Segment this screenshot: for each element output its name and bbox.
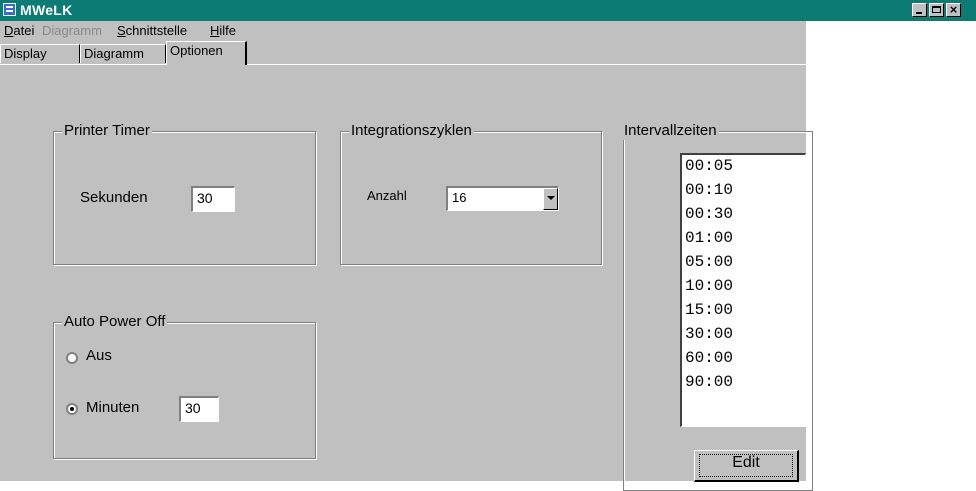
window-title: MWeLK: [20, 2, 73, 18]
list-item[interactable]: 01:00: [682, 227, 805, 251]
minimize-button[interactable]: [912, 3, 927, 17]
menu-datei-label: atei: [13, 23, 35, 38]
menu-hilfe-label: ilfe: [219, 23, 237, 38]
menu-schnittstelle-accel: S: [117, 23, 126, 38]
tab-diagramm[interactable]: Diagramm: [80, 44, 166, 63]
minimize-icon: [916, 12, 922, 14]
count-select-value: 16: [452, 190, 467, 205]
menu-diagramm-label: Diagramm: [42, 23, 102, 38]
printer-timer-group: Printer Timer Sekunden 30: [53, 122, 316, 265]
list-item[interactable]: 15:00: [682, 299, 805, 323]
menu-schnittstelle-label: chnittstelle: [125, 23, 188, 38]
maximize-button[interactable]: [929, 3, 944, 17]
maximize-icon: [932, 6, 941, 13]
seconds-input[interactable]: 30: [191, 186, 235, 212]
radio-minuten-label: Minuten: [86, 399, 140, 416]
radio-minuten[interactable]: [66, 403, 78, 415]
seconds-label: Sekunden: [80, 189, 148, 206]
edit-button-label: Edit: [732, 454, 760, 471]
interval-times-title: Intervallzeiten: [622, 122, 719, 140]
menu-schnittstelle[interactable]: Schnittstelle: [117, 23, 187, 38]
auto-power-off-group: Auto Power Off Aus Minuten 30: [53, 313, 316, 459]
list-item[interactable]: 00:30: [682, 203, 805, 227]
menu-diagramm[interactable]: Diagramm: [42, 23, 102, 38]
radio-aus[interactable]: [66, 352, 78, 364]
list-item[interactable]: 60:00: [682, 347, 805, 371]
menu-datei[interactable]: Datei: [4, 23, 34, 38]
printer-timer-title: Printer Timer: [62, 122, 152, 140]
tab-optionen[interactable]: Optionen: [166, 41, 247, 65]
list-item[interactable]: 00:05: [682, 155, 805, 179]
close-button[interactable]: ×: [946, 2, 961, 17]
tab-divider: [0, 64, 806, 65]
menu-hilfe-accel: H: [210, 23, 220, 38]
menu-hilfe[interactable]: Hilfe: [210, 23, 236, 38]
list-item[interactable]: 10:00: [682, 275, 805, 299]
count-label: Anzahl: [367, 188, 407, 203]
main-window: Datei Diagramm Schnittstelle Hilfe Displ…: [0, 21, 813, 491]
list-item[interactable]: 05:00: [682, 251, 805, 275]
auto-power-off-title: Auto Power Off: [62, 313, 168, 331]
count-select[interactable]: 16: [446, 186, 559, 211]
close-icon: ×: [949, 2, 958, 17]
menu-bar: Datei Diagramm Schnittstelle Hilfe: [0, 21, 806, 41]
edit-button[interactable]: Edit: [694, 450, 799, 482]
list-item[interactable]: 00:10: [682, 179, 805, 203]
app-icon[interactable]: [3, 3, 16, 16]
list-item[interactable]: 30:00: [682, 323, 805, 347]
title-bar[interactable]: MWeLK: [0, 0, 976, 21]
integration-cycles-group: Integrationszyklen Anzahl 16: [340, 122, 602, 265]
menu-datei-accel: D: [4, 23, 14, 38]
minutes-input[interactable]: 30: [179, 396, 219, 422]
chevron-down-icon[interactable]: [543, 188, 558, 210]
integration-cycles-title: Integrationszyklen: [349, 122, 474, 140]
radio-aus-label: Aus: [86, 347, 112, 364]
list-item[interactable]: 90:00: [682, 371, 805, 395]
interval-list[interactable]: 00:05 00:10 00:30 01:00 05:00 10:00 15:0…: [680, 153, 806, 427]
tab-display[interactable]: Display: [0, 44, 80, 63]
interval-times-group: Intervallzeiten 00:05 00:10 00:30 01:00 …: [622, 122, 813, 491]
